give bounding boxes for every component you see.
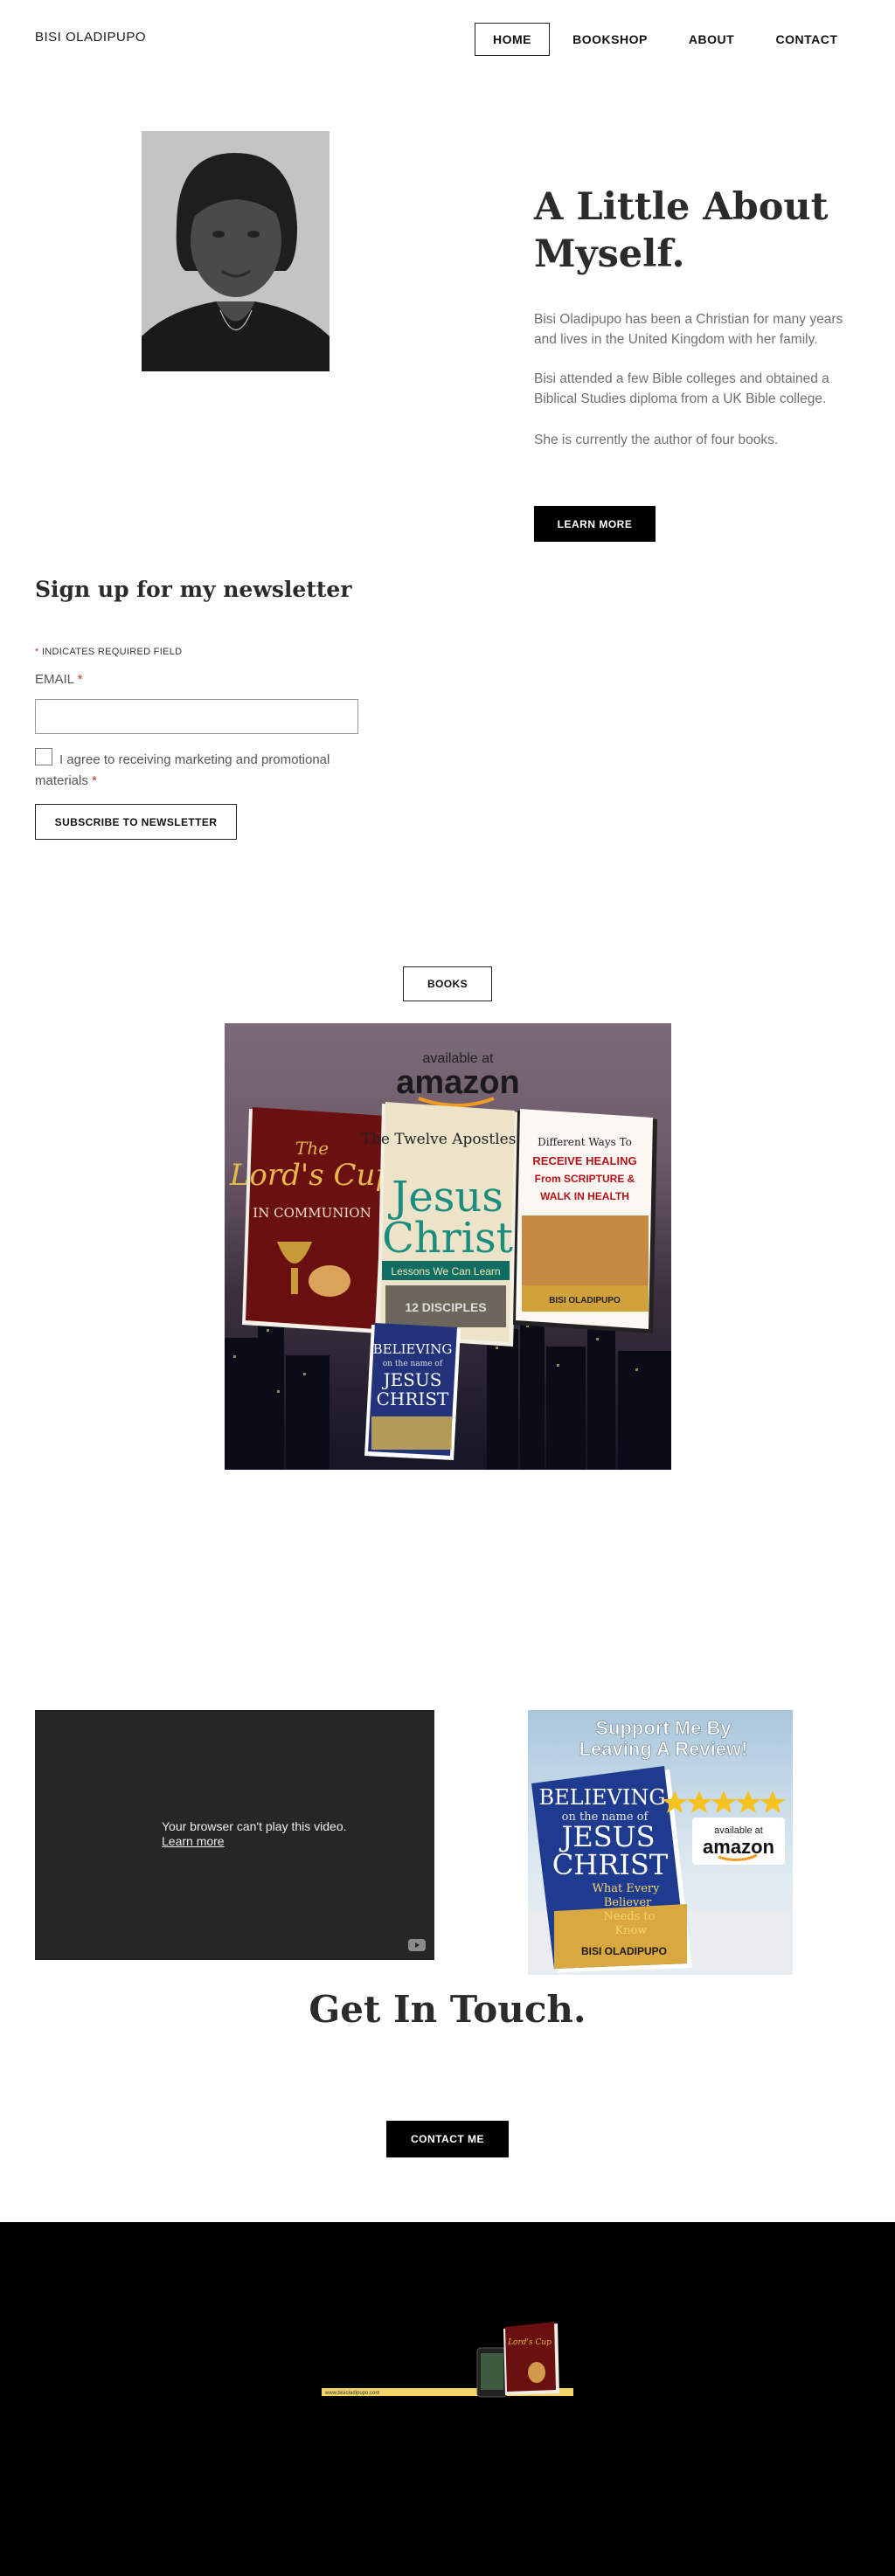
book2-subtitle: Lessons We Can Learn [391, 1265, 500, 1278]
email-label: EMAIL * [35, 672, 82, 687]
book4-line4: CHRIST [377, 1388, 449, 1409]
about-title: A Little About Myself. [534, 185, 829, 276]
book-cover-twelve-apostles: The Twelve Apostles of Jesus Christ Less… [362, 1102, 537, 1347]
about-paragraph: Bisi Oladipupo has been a Christian for … [534, 312, 843, 347]
book2-title-top: The Twelve Apostles of [362, 1131, 537, 1148]
book1-title-top: The [295, 1138, 329, 1159]
learn-more-button[interactable]: LEARN MORE [534, 506, 656, 542]
nav-about[interactable]: ABOUT [676, 23, 747, 56]
review-book-line8: Know [614, 1924, 647, 1937]
book-cover-receive-healing: Different Ways To RECEIVE HEALING From S… [513, 1109, 657, 1333]
footer-book-title: Lord's Cup [507, 2338, 552, 2347]
review-amazon-availability: available at [714, 1825, 763, 1836]
books-button[interactable]: BOOKS [403, 966, 492, 1001]
books-promo-banner[interactable]: available at amazon The Lord's Cup IN CO… [225, 1023, 671, 1470]
book2-title-line2: Christ [382, 1214, 513, 1263]
review-book-line7: Needs to [604, 1910, 656, 1923]
required-note-text: INDICATES REQUIRED FIELD [38, 647, 183, 657]
footer-promo-graphic[interactable]: www.bisioladipupo.com Lord's Cup [322, 2318, 575, 2406]
review-headline-line1: Support Me By [595, 1717, 732, 1739]
subscribe-button[interactable]: SUBSCRIBE TO NEWSLETTER [35, 804, 237, 840]
book3-line1: Different Ways To [538, 1136, 632, 1148]
video-error-message: Your browser can't play this video. Lear… [162, 1819, 347, 1849]
nav-bookshop[interactable]: BOOKSHOP [567, 23, 653, 56]
book3-line4: WALK IN HEALTH [540, 1190, 629, 1202]
video-error-text: Your browser can't play this video. [162, 1819, 347, 1833]
video-learn-more-link[interactable]: Learn more [162, 1834, 347, 1849]
book1-subtitle: IN COMMUNION [253, 1205, 371, 1221]
email-field[interactable] [35, 699, 358, 734]
email-label-text: EMAIL [35, 672, 74, 687]
book-cover-believing: BELIEVING on the name of JESUS CHRIST [364, 1323, 461, 1460]
nav-home[interactable]: HOME [475, 23, 550, 56]
review-book-author: BISI OLADIPUPO [581, 1945, 667, 1957]
review-headline-line2: Leaving A Review! [579, 1738, 748, 1760]
review-promo-image[interactable]: Support Me By Leaving A Review! BELIEVIN… [528, 1710, 793, 1975]
book4-line2: on the name of [383, 1360, 443, 1368]
footer-url: www.bisioladipupo.com [324, 2391, 379, 2396]
nav-contact[interactable]: CONTACT [764, 23, 850, 56]
required-star: * [92, 773, 97, 788]
author-portrait [142, 131, 330, 371]
book3-author: BISI OLADIPUPO [549, 1296, 621, 1305]
book4-line1: BELIEVING [373, 1341, 453, 1357]
review-amazon-logo: amazon [703, 1836, 774, 1858]
youtube-icon[interactable] [408, 1939, 426, 1951]
get-in-touch-title: Get In Touch. [309, 1988, 586, 2031]
review-book-line6: Believer [604, 1896, 652, 1909]
five-star-rating-icon [662, 1790, 786, 1813]
book3-line3: From SCRIPTURE & [535, 1173, 635, 1185]
required-star: * [77, 672, 83, 687]
review-book-line5: What Every [593, 1882, 661, 1895]
video-player[interactable]: Your browser can't play this video. Lear… [35, 1710, 434, 1960]
footer: www.bisioladipupo.com Lord's Cup [0, 2222, 895, 2576]
amazon-logo-text: amazon [396, 1064, 519, 1101]
required-field-note: * INDICATES REQUIRED FIELD [35, 647, 182, 657]
review-book-line1: BELIEVING [538, 1785, 665, 1810]
contact-me-button[interactable]: CONTACT ME [386, 2121, 509, 2157]
book4-line3: JESUS [382, 1369, 442, 1390]
book3-line2: RECEIVE HEALING [532, 1154, 636, 1167]
review-book-line4: CHRIST [552, 1848, 669, 1881]
book1-title: Lord's Cup [229, 1158, 394, 1193]
book2-tag: 12 DISCIPLES [405, 1300, 486, 1314]
agree-label-text: I agree to receiving marketing and promo… [35, 752, 330, 788]
site-brand[interactable]: BISI OLADIPUPO [35, 30, 146, 45]
newsletter-title: Sign up for my newsletter [35, 577, 352, 602]
about-paragraph: She is currently the author of four book… [534, 433, 779, 447]
review-book-cover: BELIEVING on the name of JESUS CHRIST Wh… [531, 1766, 692, 1972]
about-paragraph: Bisi attended a few Bible colleges and o… [534, 371, 829, 406]
agree-label: I agree to receiving marketing and promo… [35, 750, 376, 792]
footer-book-cover: Lord's Cup [503, 2322, 559, 2395]
